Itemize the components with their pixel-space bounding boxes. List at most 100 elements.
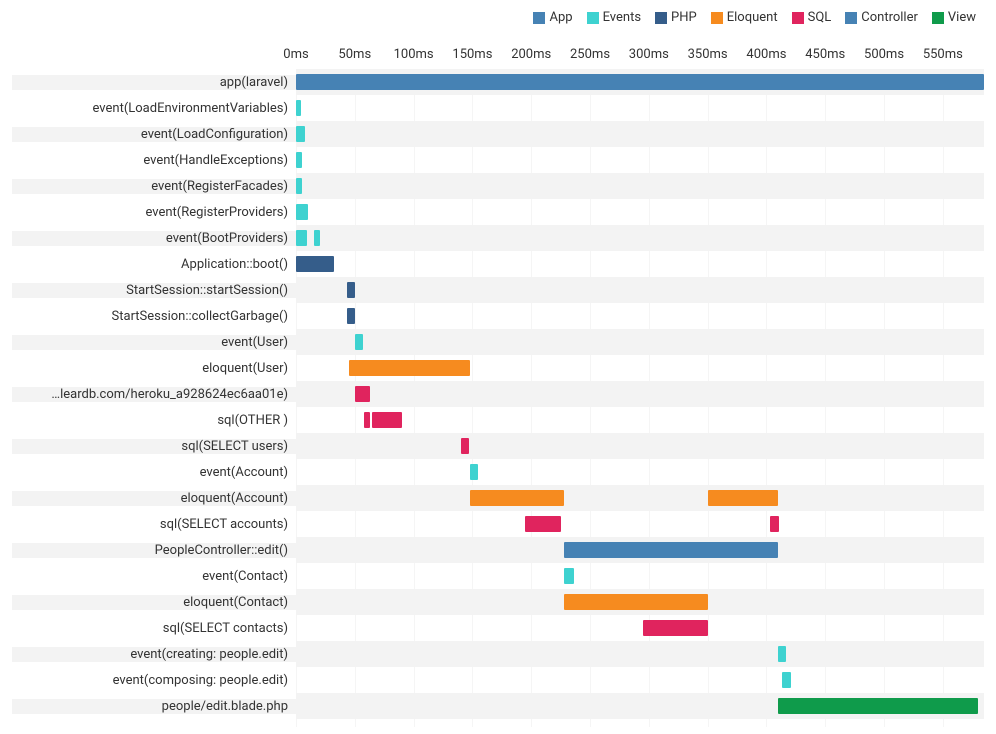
row-label: event(composing: people.edit) xyxy=(12,673,296,688)
bar-segment[interactable] xyxy=(296,178,302,194)
bar-segment[interactable] xyxy=(314,230,320,246)
timeline-row: event(Contact) xyxy=(12,563,984,589)
axis-tick: 350ms xyxy=(688,47,728,62)
bar-segment[interactable] xyxy=(364,412,370,428)
timeline-chart: App Events PHP Eloquent SQL Controller View 0m… xyxy=(0,0,996,734)
row-label: event(Contact) xyxy=(12,569,296,584)
bar-segment[interactable] xyxy=(461,438,469,454)
bar-segment[interactable] xyxy=(347,282,355,298)
legend-item[interactable]: View xyxy=(932,10,976,25)
bar-segment[interactable] xyxy=(355,334,363,350)
axis-tick: 300ms xyxy=(629,47,669,62)
bar-segment[interactable] xyxy=(770,516,779,532)
row-track xyxy=(296,329,984,355)
bar-segment[interactable] xyxy=(564,568,573,584)
rows: app(laravel) event(LoadEnvironmentVariabl… xyxy=(12,69,984,719)
axis-tick: 550ms xyxy=(923,47,963,62)
legend-swatch xyxy=(932,12,944,24)
legend-swatch xyxy=(711,12,723,24)
timeline-row: eloquent(User) xyxy=(12,355,984,381)
timeline-row: sql(OTHER ) xyxy=(12,407,984,433)
timeline-row: event(Account) xyxy=(12,459,984,485)
row-track xyxy=(296,615,984,641)
legend-swatch xyxy=(792,12,804,24)
row-track xyxy=(296,147,984,173)
bar-segment[interactable] xyxy=(296,74,984,90)
timeline-row: event(HandleExceptions) xyxy=(12,147,984,173)
legend-swatch xyxy=(845,12,857,24)
row-label: sql(SELECT accounts) xyxy=(12,517,296,532)
timeline-row: StartSession::startSession() xyxy=(12,277,984,303)
legend-item[interactable]: App xyxy=(533,10,572,25)
axis-tick: 250ms xyxy=(570,47,610,62)
bar-segment[interactable] xyxy=(296,256,334,272)
row-track xyxy=(296,355,984,381)
legend-item[interactable]: SQL xyxy=(792,10,832,25)
timeline-row: event(BootProviders) xyxy=(12,225,984,251)
bar-segment[interactable] xyxy=(470,464,478,480)
bar-segment[interactable] xyxy=(564,594,707,610)
bar-segment[interactable] xyxy=(525,516,560,532)
timeline-row: event(LoadEnvironmentVariables) xyxy=(12,95,984,121)
row-track xyxy=(296,69,984,95)
timeline-row: event(composing: people.edit) xyxy=(12,667,984,693)
legend-item[interactable]: Events xyxy=(587,10,641,25)
bar-segment[interactable] xyxy=(643,620,708,636)
row-label: app(laravel) xyxy=(12,75,296,90)
legend-item[interactable]: Controller xyxy=(845,10,918,25)
bar-segment[interactable] xyxy=(355,386,370,402)
row-label: eloquent(Contact) xyxy=(12,595,296,610)
legend: App Events PHP Eloquent SQL Controller View xyxy=(12,10,984,25)
bar-segment[interactable] xyxy=(778,646,786,662)
row-track xyxy=(296,407,984,433)
row-track xyxy=(296,693,984,719)
legend-swatch xyxy=(655,12,667,24)
bar-segment[interactable] xyxy=(349,360,470,376)
timeline-row: event(RegisterFacades) xyxy=(12,173,984,199)
timeline-row: sql(SELECT contacts) xyxy=(12,615,984,641)
row-track xyxy=(296,641,984,667)
legend-swatch xyxy=(587,12,599,24)
row-track xyxy=(296,459,984,485)
row-label: …leardb.com/heroku_a928624ec6aa01e) xyxy=(12,387,296,402)
row-track xyxy=(296,303,984,329)
bar-segment[interactable] xyxy=(708,490,779,506)
row-track xyxy=(296,277,984,303)
row-track xyxy=(296,511,984,537)
row-label: event(RegisterProviders) xyxy=(12,205,296,220)
row-track xyxy=(296,199,984,225)
row-track xyxy=(296,225,984,251)
axis-tick: 500ms xyxy=(864,47,904,62)
timeline-row: PeopleController::edit() xyxy=(12,537,984,563)
row-label: PeopleController::edit() xyxy=(12,543,296,558)
bar-segment[interactable] xyxy=(296,230,307,246)
bar-segment[interactable] xyxy=(296,152,302,168)
legend-item[interactable]: PHP xyxy=(655,10,697,25)
bar-segment[interactable] xyxy=(782,672,791,688)
axis-tick: 50ms xyxy=(338,47,371,62)
legend-swatch xyxy=(533,12,545,24)
bar-segment[interactable] xyxy=(778,698,978,714)
row-label: event(LoadEnvironmentVariables) xyxy=(12,101,296,116)
row-label: event(Account) xyxy=(12,465,296,480)
axis-tick: 450ms xyxy=(805,47,845,62)
axis-tick: 0ms xyxy=(283,47,308,62)
legend-item[interactable]: Eloquent xyxy=(711,10,778,25)
bar-segment[interactable] xyxy=(296,126,305,142)
timeline-row: Application::boot() xyxy=(12,251,984,277)
bar-segment[interactable] xyxy=(347,308,355,324)
timeline-row: …leardb.com/heroku_a928624ec6aa01e) xyxy=(12,381,984,407)
bar-segment[interactable] xyxy=(564,542,778,558)
x-axis: 0ms50ms100ms150ms200ms250ms300ms350ms400… xyxy=(12,47,984,67)
legend-label: App xyxy=(549,10,572,25)
bar-segment[interactable] xyxy=(296,204,308,220)
row-track xyxy=(296,563,984,589)
row-label: StartSession::collectGarbage() xyxy=(12,309,296,324)
bar-segment[interactable] xyxy=(470,490,564,506)
bar-segment[interactable] xyxy=(296,100,301,116)
axis-tick: 150ms xyxy=(452,47,492,62)
row-label: event(LoadConfiguration) xyxy=(12,127,296,142)
bar-segment[interactable] xyxy=(372,412,401,428)
row-track xyxy=(296,485,984,511)
axis-tick: 200ms xyxy=(511,47,551,62)
